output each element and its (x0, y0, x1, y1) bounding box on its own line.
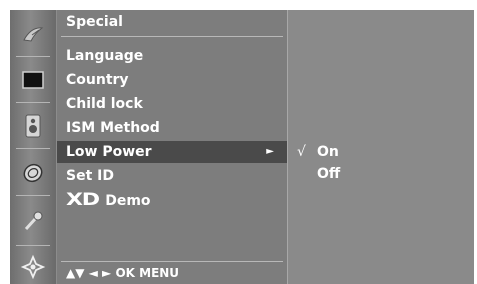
osd-screen: Special Language Country Child lock ISM … (10, 10, 474, 284)
menu-item-label: ISM Method (66, 120, 160, 136)
satellite-dish-icon[interactable] (13, 20, 53, 50)
clock-icon[interactable] (13, 158, 53, 188)
submenu-arrow-icon: ► (266, 146, 274, 157)
menu-item-ism-method[interactable]: ISM Method (57, 117, 287, 139)
title-divider (61, 36, 283, 37)
check-mark-icon: √ (297, 144, 306, 160)
speaker-icon[interactable] (13, 111, 53, 141)
option-on[interactable]: On (317, 141, 339, 163)
icon-divider (16, 102, 50, 103)
category-icon-strip (10, 10, 56, 284)
menu-item-xd-demo[interactable]: XD Demo (57, 189, 287, 211)
xd-logo: XD (66, 190, 100, 210)
wrench-icon[interactable] (13, 206, 53, 236)
menu-item-label: Child lock (66, 96, 143, 112)
menu-item-label: Low Power (66, 144, 152, 160)
xd-demo-text: Demo (105, 193, 151, 209)
menu-item-label: Country (66, 72, 129, 88)
menu-item-label: XD Demo (66, 189, 151, 212)
footer-divider (61, 261, 283, 262)
special-settings-icon[interactable] (13, 252, 53, 282)
icon-divider (16, 245, 50, 246)
menu-title: Special (66, 14, 123, 30)
menu-item-label: Set ID (66, 168, 114, 184)
icon-divider (16, 56, 50, 57)
menu-item-country[interactable]: Country (57, 69, 287, 91)
low-power-submenu: √ On Off (288, 10, 474, 284)
navigation-hint: ▲▼ ◄ ► OK MENU (66, 266, 180, 280)
menu-item-label: Language (66, 48, 144, 64)
menu-item-language[interactable]: Language (57, 45, 287, 67)
icon-divider (16, 148, 50, 149)
picture-icon[interactable] (13, 65, 53, 95)
option-off[interactable]: Off (317, 163, 340, 185)
special-menu-panel: Special Language Country Child lock ISM … (57, 10, 288, 284)
menu-item-set-id[interactable]: Set ID (57, 165, 287, 187)
menu-item-low-power[interactable]: Low Power ► (57, 141, 287, 163)
icon-divider (16, 195, 50, 196)
menu-item-child-lock[interactable]: Child lock (57, 93, 287, 115)
